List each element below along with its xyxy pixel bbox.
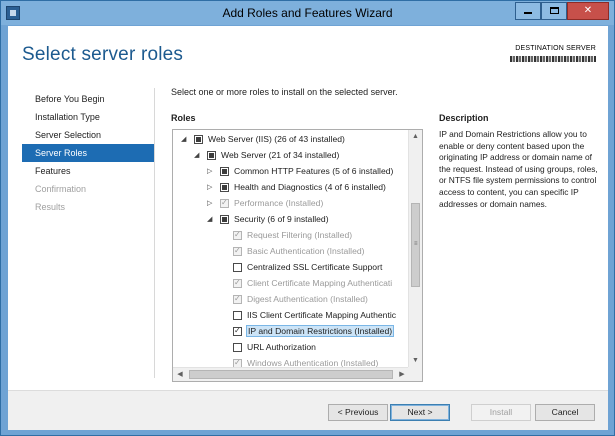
triangle-down-icon[interactable]: ◢ <box>207 216 215 224</box>
role-label: Request Filtering (Installed) <box>247 230 353 240</box>
horizontal-scroll-thumb[interactable] <box>189 370 393 379</box>
instruction-text: Select one or more roles to install on t… <box>171 87 398 97</box>
nav-item-results: Results <box>35 202 66 212</box>
role-label: Centralized SSL Certificate Support <box>247 262 383 272</box>
nav-divider <box>154 88 155 378</box>
role-label: Digest Authentication (Installed) <box>247 294 368 304</box>
minimize-button[interactable] <box>515 2 541 20</box>
role-label: Client Certificate Mapping Authenticati <box>247 278 393 288</box>
tree-row[interactable]: Client Certificate Mapping Authenticati <box>173 276 409 292</box>
wizard-footer: < Previous Next > Install Cancel <box>8 390 608 430</box>
role-label: URL Authorization <box>247 342 316 352</box>
title-bar[interactable]: Add Roles and Features Wizard ✕ <box>1 1 614 25</box>
role-checkbox[interactable] <box>220 167 229 176</box>
next-button[interactable]: Next > <box>390 404 450 421</box>
role-checkbox <box>233 294 242 304</box>
nav-item-server-roles[interactable]: Server Roles <box>22 144 155 162</box>
role-label: Basic Authentication (Installed) <box>247 246 365 256</box>
tree-row[interactable]: ▷ Health and Diagnostics (4 of 6 installe… <box>173 180 409 196</box>
nav-item-before-you-begin[interactable]: Before You Begin <box>22 90 155 108</box>
vertical-scrollbar[interactable]: ▲ ≡ ▼ <box>408 130 422 368</box>
cancel-button[interactable]: Cancel <box>535 404 595 421</box>
tree-row[interactable]: ◢ Web Server (21 of 34 installed) <box>173 148 409 164</box>
role-checkbox[interactable] <box>194 135 203 144</box>
tree-row[interactable]: ▷ Common HTTP Features (5 of 6 installed) <box>173 164 409 180</box>
triangle-right-icon[interactable]: ▷ <box>207 200 215 208</box>
vertical-scroll-thumb[interactable]: ≡ <box>411 203 420 287</box>
role-label: IIS Client Certificate Mapping Authentic <box>247 310 397 320</box>
close-icon: ✕ <box>583 5 593 16</box>
roles-tree-viewport: ◢ Web Server (IIS) (26 of 43 installed) ◢ W… <box>173 130 409 368</box>
role-checkbox <box>233 278 242 288</box>
role-label: Performance (Installed) <box>234 198 324 208</box>
arrow-left-icon[interactable]: ◀ <box>173 368 187 381</box>
role-label: IP and Domain Restrictions (Installed) <box>245 325 395 337</box>
role-label: Web Server (21 of 34 installed) <box>221 150 340 160</box>
maximize-icon <box>549 7 559 14</box>
install-button[interactable]: Install <box>471 404 531 421</box>
role-checkbox[interactable] <box>220 183 229 192</box>
tree-row[interactable]: Basic Authentication (Installed) <box>173 244 409 260</box>
description-text: IP and Domain Restrictions allow you to … <box>439 129 598 209</box>
role-checkbox[interactable] <box>207 151 216 160</box>
role-checkbox[interactable] <box>233 326 242 336</box>
role-checkbox[interactable] <box>220 215 229 224</box>
triangle-right-icon[interactable]: ▷ <box>207 168 215 176</box>
horizontal-scrollbar[interactable]: ◀ ▶ <box>173 367 409 381</box>
tree-row[interactable]: Centralized SSL Certificate Support <box>173 260 409 276</box>
wizard-window: Add Roles and Features Wizard ✕ Select s… <box>0 0 615 436</box>
obscured-server-name <box>510 56 596 62</box>
role-checkbox[interactable] <box>233 263 242 272</box>
role-label: Common HTTP Features (5 of 6 installed) <box>234 166 394 176</box>
nav-item-installation-type[interactable]: Installation Type <box>22 108 155 126</box>
previous-button[interactable]: < Previous <box>328 404 388 421</box>
page-title: Select server roles <box>22 44 184 65</box>
tree-row[interactable]: Request Filtering (Installed) <box>173 228 409 244</box>
minimize-icon <box>524 12 532 14</box>
roles-tree[interactable]: ◢ Web Server (IIS) (26 of 43 installed) ◢ W… <box>172 129 423 382</box>
wizard-content: Select server roles DESTINATION SERVER B… <box>8 26 608 430</box>
destination-server-label: DESTINATION SERVER <box>515 45 596 52</box>
arrow-down-icon[interactable]: ▼ <box>409 354 422 368</box>
role-label: Web Server (IIS) (26 of 43 installed) <box>208 134 345 144</box>
close-button[interactable]: ✕ <box>567 2 609 20</box>
scroll-corner <box>408 367 422 381</box>
tree-row[interactable]: ◢ Security (6 of 9 installed) <box>173 212 409 228</box>
arrow-right-icon[interactable]: ▶ <box>395 368 409 381</box>
role-checkbox[interactable] <box>233 311 242 320</box>
tree-row[interactable]: ◢ Web Server (IIS) (26 of 43 installed) <box>173 132 409 148</box>
maximize-button[interactable] <box>541 2 567 20</box>
triangle-down-icon[interactable]: ◢ <box>194 152 202 160</box>
role-checkbox[interactable] <box>233 343 242 352</box>
role-checkbox <box>233 246 242 256</box>
arrow-up-icon[interactable]: ▲ <box>409 130 422 144</box>
role-checkbox <box>220 198 229 208</box>
tree-row[interactable]: IP and Domain Restrictions (Installed) <box>173 324 409 340</box>
scroll-grip-icon: ≡ <box>414 241 418 247</box>
tree-row[interactable]: IIS Client Certificate Mapping Authentic <box>173 308 409 324</box>
tree-row[interactable]: URL Authorization <box>173 340 409 356</box>
nav-item-server-selection[interactable]: Server Selection <box>22 126 155 144</box>
destination-server-value <box>510 54 596 63</box>
triangle-right-icon[interactable]: ▷ <box>207 184 215 192</box>
role-label: Health and Diagnostics (4 of 6 installed… <box>234 182 386 192</box>
wizard-nav: Before You Begin Installation Type Server … <box>22 90 155 216</box>
description-heading: Description <box>439 113 489 123</box>
triangle-down-icon[interactable]: ◢ <box>181 136 189 144</box>
nav-item-features[interactable]: Features <box>22 162 155 180</box>
role-label: Security (6 of 9 installed) <box>234 214 329 224</box>
role-checkbox <box>233 230 242 240</box>
nav-item-confirmation: Confirmation <box>35 184 87 194</box>
tree-row[interactable]: Digest Authentication (Installed) <box>173 292 409 308</box>
tree-row[interactable]: ▷ Performance (Installed) <box>173 196 409 212</box>
roles-heading: Roles <box>171 113 196 123</box>
